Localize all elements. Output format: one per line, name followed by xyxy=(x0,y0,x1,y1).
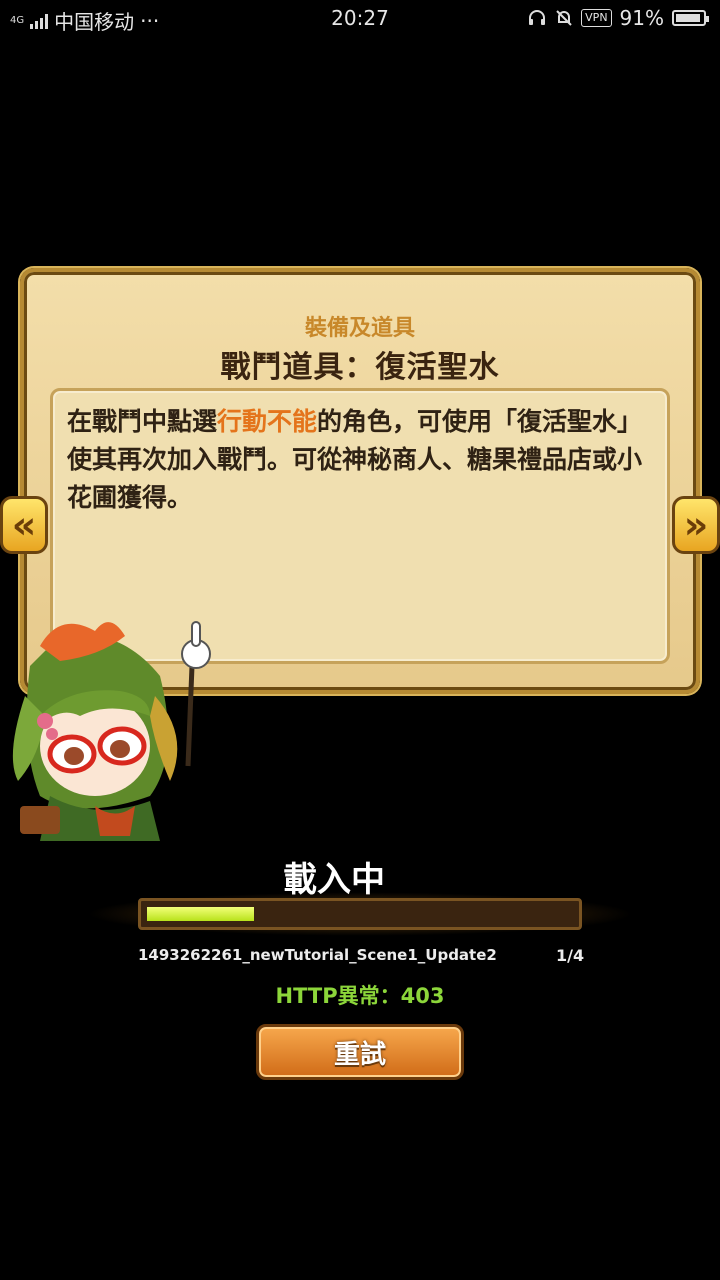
body-text-pre: 在戰鬥中點選 xyxy=(67,407,218,436)
chevron-left-icon: « xyxy=(11,503,37,547)
battery-percent: 91% xyxy=(619,6,664,30)
next-page-button[interactable]: » xyxy=(672,496,720,554)
card-header: 裝備及道具 戰鬥道具：復活聖水 xyxy=(24,272,696,385)
vpn-badge: VPN xyxy=(581,9,612,27)
status-right: VPN 91% xyxy=(527,6,709,30)
battery-icon xyxy=(672,10,709,26)
mute-bell-icon xyxy=(556,10,572,26)
headset-icon xyxy=(529,10,546,25)
status-bar: 4G 中国移动 ··· 20:27 VPN 91% xyxy=(0,0,720,38)
progress-bar xyxy=(138,898,582,930)
battery-fill xyxy=(676,14,700,22)
body-text-highlight: 行動不能 xyxy=(217,407,318,436)
retry-button[interactable]: 重試 xyxy=(256,1024,464,1080)
card-title: 戰鬥道具：復活聖水 xyxy=(220,350,500,385)
card-category: 裝備及道具 xyxy=(304,316,415,341)
progress-fill xyxy=(147,907,254,921)
http-error-text: HTTP異常：403 xyxy=(275,984,445,1008)
download-file-name: 1493262261_newTutorial_Scene1_Update2 xyxy=(138,946,497,964)
chevron-right-icon: » xyxy=(683,503,709,547)
download-file-count: 1/4 xyxy=(556,946,585,965)
guide-character-illustration xyxy=(12,621,211,841)
http-error-message: HTTP異常：403 xyxy=(0,980,720,1010)
prev-page-button[interactable]: « xyxy=(0,496,48,554)
